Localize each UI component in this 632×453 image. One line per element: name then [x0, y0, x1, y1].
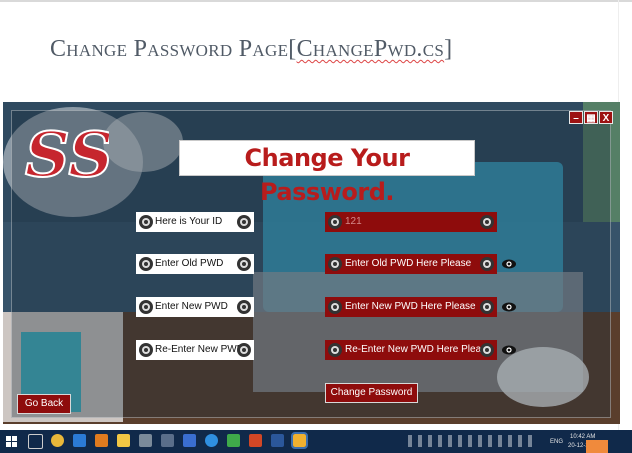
gear-icon — [237, 215, 251, 229]
ss-logo: SS — [24, 122, 109, 184]
change-password-button[interactable]: Change Password — [325, 383, 418, 403]
id-label-text: Here is Your ID — [155, 216, 223, 227]
new-pwd-field[interactable]: Enter New PWD Here Please — [325, 297, 497, 317]
gear-icon — [480, 257, 494, 271]
document-heading: Change Password Page[ChangePwd.cs] — [50, 36, 452, 63]
gear-icon — [139, 215, 153, 229]
show-password-eye-icon[interactable] — [501, 301, 517, 313]
gear-icon — [328, 343, 342, 357]
gear-icon — [139, 343, 153, 357]
gear-icon — [328, 215, 342, 229]
document-top-border — [0, 0, 632, 2]
new-pwd-label-text: Enter New PWD — [155, 301, 228, 312]
gear-icon — [328, 257, 342, 271]
gear-icon — [480, 343, 494, 357]
chrome-icon[interactable] — [51, 434, 64, 447]
active-app-icon[interactable] — [291, 432, 308, 449]
ss-logo-text: SS — [25, 122, 109, 184]
task-view-icon[interactable] — [28, 434, 43, 449]
old-pwd-label: Enter Old PWD — [136, 254, 254, 274]
show-password-eye-icon[interactable] — [501, 344, 517, 356]
windows-taskbar: ENG 10:42 AM 20-12-2017 — [0, 430, 632, 453]
powerpoint-icon[interactable] — [249, 434, 262, 447]
app-window: – ▦ X SS Change Your Password. Here is Y… — [3, 102, 620, 424]
document-heading-text: Change Password Page[ — [50, 36, 297, 62]
gear-icon — [237, 300, 251, 314]
gear-icon — [328, 300, 342, 314]
reenter-pwd-label-text: Re-Enter New PWD — [155, 344, 244, 355]
tools-icon[interactable] — [139, 434, 152, 447]
old-pwd-label-text: Enter Old PWD — [155, 258, 224, 269]
close-button[interactable]: X — [599, 111, 613, 124]
windows-start-icon[interactable] — [6, 436, 17, 447]
reenter-pwd-label: Re-Enter New PWD — [136, 340, 254, 360]
id-value: 121 — [345, 216, 362, 227]
gear-icon — [139, 300, 153, 314]
reenter-pwd-field[interactable]: Re-Enter New PWD Here Please — [325, 340, 497, 360]
notification-badge[interactable] — [586, 440, 608, 453]
page-title: Change Your Password. — [179, 140, 475, 206]
id-label: Here is Your ID — [136, 212, 254, 232]
document-heading-filename: ChangePwd.cs — [296, 36, 445, 62]
system-tray-icons[interactable] — [408, 435, 538, 447]
store-icon[interactable] — [73, 434, 86, 447]
gear-icon — [237, 343, 251, 357]
people-icon[interactable] — [161, 434, 174, 447]
document-heading-end: ] — [444, 36, 453, 62]
old-pwd-field[interactable]: Enter Old PWD Here Please — [325, 254, 497, 274]
go-back-button[interactable]: Go Back — [17, 394, 71, 414]
minimize-button[interactable]: – — [569, 111, 583, 124]
gear-icon — [480, 215, 494, 229]
show-password-eye-icon[interactable] — [501, 258, 517, 270]
word-icon[interactable] — [271, 434, 284, 447]
edge-icon[interactable] — [205, 434, 218, 447]
gear-icon — [480, 300, 494, 314]
xampp-icon[interactable] — [95, 434, 108, 447]
id-field[interactable]: 121 — [325, 212, 497, 232]
language-indicator[interactable]: ENG — [550, 439, 563, 445]
file-explorer-icon[interactable] — [117, 434, 130, 447]
old-pwd-placeholder: Enter Old PWD Here Please — [345, 258, 472, 269]
reenter-pwd-placeholder: Re-Enter New PWD Here Please — [345, 344, 492, 355]
new-pwd-label: Enter New PWD — [136, 297, 254, 317]
app-icon[interactable] — [183, 434, 196, 447]
app-icon-2[interactable] — [227, 434, 240, 447]
maximize-button[interactable]: ▦ — [584, 111, 598, 124]
gear-icon — [237, 257, 251, 271]
new-pwd-placeholder: Enter New PWD Here Please — [345, 301, 476, 312]
gear-icon — [139, 257, 153, 271]
